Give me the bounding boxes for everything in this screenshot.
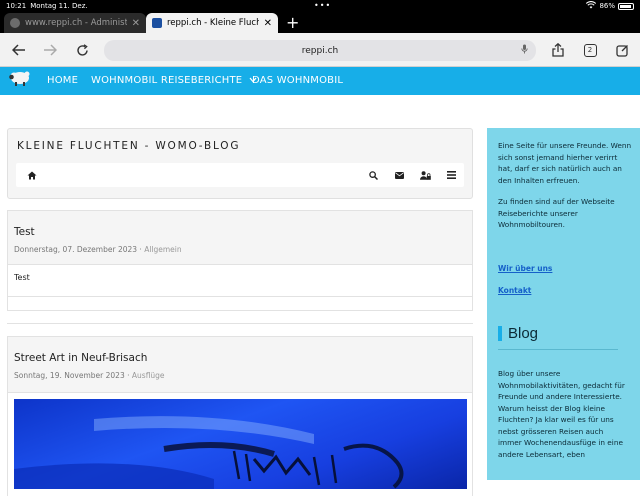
site-navigation: HOME WOHNMOBIL REISEBERICHTE DAS WOHNMOB… (0, 67, 640, 95)
tab-strip: www.reppi.ch - Administ ✕ reppi.ch - Kle… (0, 11, 640, 33)
blog-toolbar (16, 163, 464, 187)
post-meta: Sonntag, 19. November 2023 · Ausflüge (14, 371, 466, 380)
blog-header: KLEINE FLUCHTEN - WOMO-BLOG (7, 128, 473, 199)
new-tab-icon[interactable]: + (286, 13, 299, 33)
address-bar[interactable]: reppi.ch (104, 40, 536, 61)
battery-icon (618, 2, 634, 10)
post-body: Test (8, 265, 472, 297)
sidebar-intro: Eine Seite für unsere Freunde. Wenn sich… (498, 141, 632, 185)
nav-das-wohnmobil[interactable]: DAS WOHNMOBIL (252, 75, 343, 86)
post-header: Street Art in Neuf-Brisach Sonntag, 19. … (8, 337, 472, 393)
blog-heading-label: Blog (508, 324, 539, 342)
sidebar-blog-text: Blog über unsere Wohnmobilaktivitäten, g… (498, 369, 625, 459)
tab-title: www.reppi.ch - Administ (25, 18, 127, 28)
home-icon[interactable] (25, 168, 39, 182)
sidebar-blog-heading: Blog (498, 324, 538, 342)
reload-icon[interactable] (72, 40, 92, 60)
status-date: Montag 11. Dez. (30, 1, 88, 10)
heading-divider (498, 349, 618, 350)
forward-arrow-icon[interactable] (40, 40, 60, 60)
address-text: reppi.ch (301, 45, 339, 56)
post-category[interactable]: Ausflüge (132, 371, 165, 380)
share-icon[interactable] (548, 40, 568, 60)
blog-title: KLEINE FLUCHTEN - WOMO-BLOG (17, 140, 241, 152)
wifi-icon (586, 1, 597, 11)
close-icon[interactable]: ✕ (132, 18, 140, 29)
tab-title: reppi.ch - Kleine Fluchten (167, 18, 259, 28)
meta-separator: · (127, 371, 130, 380)
blog-post: Street Art in Neuf-Brisach Sonntag, 19. … (7, 336, 473, 496)
multitasking-dots-icon[interactable]: ••• (314, 1, 331, 10)
status-time: 10:21 (6, 1, 27, 10)
site-favicon-icon (152, 18, 162, 28)
blog-post: Test Donnerstag, 07. Dezember 2023 · All… (7, 210, 473, 311)
meta-separator: · (139, 245, 142, 254)
street-art-photo[interactable] (14, 399, 467, 489)
sheep-logo-icon[interactable] (8, 69, 32, 87)
page-content: KLEINE FLUCHTEN - WOMO-BLOG Test Donners… (0, 95, 640, 496)
nav-label: WOHNMOBIL REISEBERICHTE (91, 75, 243, 86)
post-date: Donnerstag, 07. Dezember 2023 (14, 245, 138, 254)
link-kontakt[interactable]: Kontakt (498, 286, 531, 295)
post-date: Sonntag, 19. November 2023 (14, 371, 125, 380)
post-header: Test Donnerstag, 07. Dezember 2023 · All… (8, 211, 472, 265)
post-title[interactable]: Test (14, 226, 466, 238)
tab-reppi-admin[interactable]: www.reppi.ch - Administ ✕ (4, 13, 146, 33)
globe-icon (10, 18, 20, 28)
sidebar: Eine Seite für unsere Freunde. Wenn sich… (487, 128, 640, 480)
tab-reppi-blog[interactable]: reppi.ch - Kleine Fluchten ✕ (146, 13, 278, 33)
post-title[interactable]: Street Art in Neuf-Brisach (14, 352, 466, 364)
compose-icon[interactable] (612, 40, 632, 60)
user-lock-icon[interactable] (418, 168, 432, 182)
nav-home[interactable]: HOME (47, 75, 78, 86)
microphone-icon[interactable] (521, 44, 528, 57)
post-meta: Donnerstag, 07. Dezember 2023 · Allgemei… (14, 245, 466, 254)
status-bar: 10:21 Montag 11. Dez. ••• 86% (0, 0, 640, 11)
back-arrow-icon[interactable] (9, 40, 29, 60)
post-divider (7, 323, 473, 324)
link-wir-ueber-uns[interactable]: Wir über uns (498, 264, 552, 273)
sidebar-info: Zu finden sind auf der Webseite Reiseber… (498, 197, 615, 229)
menu-icon[interactable] (444, 168, 458, 182)
nav-wohnmobil-reiseberichte[interactable]: WOHNMOBIL REISEBERICHTE (91, 75, 257, 86)
close-icon[interactable]: ✕ (264, 18, 272, 29)
post-category[interactable]: Allgemein (144, 245, 181, 254)
envelope-icon[interactable] (392, 168, 406, 182)
battery-percent: 86% (599, 2, 615, 10)
search-icon[interactable] (366, 168, 380, 182)
tab-overview-button[interactable]: 2 (580, 40, 600, 60)
heading-accent-bar (498, 325, 502, 341)
tab-count: 2 (583, 43, 597, 57)
browser-toolbar: reppi.ch 2 (0, 33, 640, 67)
